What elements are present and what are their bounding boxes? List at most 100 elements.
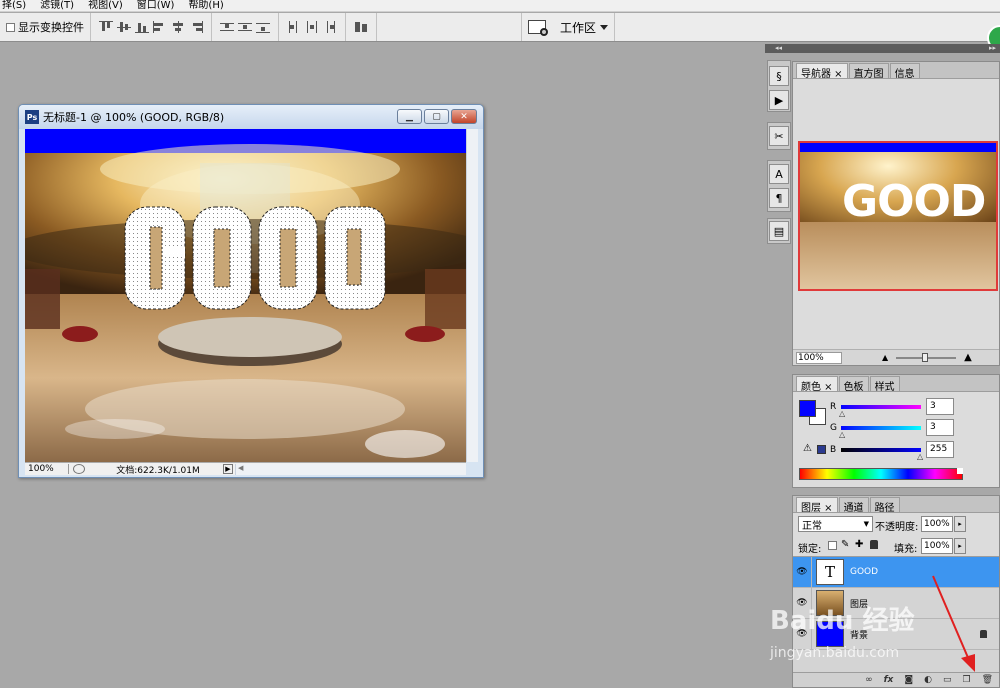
g-value-field[interactable]: 3 <box>926 419 954 436</box>
zoom-out-icon[interactable]: ▲ <box>882 353 888 362</box>
b-slider-thumb[interactable]: △ <box>917 452 923 461</box>
navigator-panel: 导航器 × 直方图 信息 GOOD 100% ▲ ▲ <box>792 61 1000 366</box>
distribute-left-icon[interactable] <box>287 21 301 33</box>
new-group-icon[interactable]: ▭ <box>943 675 952 685</box>
gamut-warning-icon[interactable]: ⚠ <box>803 443 812 454</box>
g-slider-thumb[interactable]: △ <box>839 430 845 439</box>
lock-move-icon[interactable]: ✚ <box>855 539 863 550</box>
character-icon[interactable]: A <box>769 164 789 184</box>
tab-color[interactable]: 颜色 × <box>796 376 838 393</box>
lock-transparent-icon[interactable] <box>828 541 837 550</box>
close-button[interactable]: ✕ <box>451 109 477 124</box>
r-slider-thumb[interactable]: △ <box>839 409 845 418</box>
workspace-button[interactable]: 工作区 <box>560 19 608 36</box>
b-slider[interactable] <box>841 448 921 452</box>
menu-filter[interactable]: 滤镜(T) <box>40 0 74 12</box>
distribute-hcenter-icon[interactable] <box>305 21 319 33</box>
link-layers-icon[interactable]: ∞ <box>865 675 873 685</box>
r-slider[interactable] <box>841 405 921 409</box>
lock-brush-icon[interactable]: ✎ <box>841 539 849 550</box>
delete-layer-icon[interactable]: 🗑 <box>982 675 993 685</box>
menu-window[interactable]: 窗口(W) <box>137 0 175 12</box>
tab-histogram[interactable]: 直方图 <box>848 63 889 80</box>
menu-view[interactable]: 视图(V) <box>88 0 123 12</box>
zoom-icon[interactable] <box>73 464 85 474</box>
lock-label: 锁定: <box>798 544 822 555</box>
align-top-icon[interactable] <box>99 21 113 33</box>
distribute-top-icon[interactable] <box>220 21 234 33</box>
layer-name[interactable]: GOOD <box>850 567 878 577</box>
color-tabs: 颜色 × 色板 样式 <box>793 375 999 393</box>
b-value-field[interactable]: 255 <box>926 441 954 458</box>
dock-collapse-bar[interactable]: ◂◂ <box>765 44 792 53</box>
lock-all-icon[interactable] <box>870 540 878 549</box>
image-canvas[interactable] <box>25 129 466 462</box>
annotation-arrow <box>932 575 975 672</box>
color-spectrum-bar[interactable] <box>799 468 963 480</box>
color-panel: 颜色 × 色板 样式 R △ 3 G △ 3 ⚠ B △ 255 <box>792 374 1000 488</box>
tab-paths[interactable]: 路径 <box>869 497 900 514</box>
distribute-vcenter-icon[interactable] <box>238 21 252 33</box>
zoom-in-icon[interactable]: ▲ <box>964 352 972 363</box>
auto-align-layers-icon[interactable] <box>354 21 368 33</box>
tab-styles[interactable]: 样式 <box>869 376 900 393</box>
align-vcenter-icon[interactable] <box>117 21 131 33</box>
websafe-color-swatch[interactable] <box>817 445 826 454</box>
vertical-scrollbar[interactable] <box>466 129 478 462</box>
document-window: Ps 无标题-1 @ 100% (GOOD, RGB/8) ▁ ▢ ✕ 100%… <box>18 104 484 478</box>
document-status-bar: 100% 文档:622.3K/1.01M ▶ ◀ <box>25 462 466 476</box>
tab-swatches[interactable]: 色板 <box>838 376 869 393</box>
menu-help[interactable]: 帮助(H) <box>188 0 223 12</box>
zoom-field[interactable]: 100% <box>25 464 69 474</box>
menu-select[interactable]: 择(S) <box>2 0 26 12</box>
tab-layers[interactable]: 图层 × <box>796 497 838 514</box>
foreground-color-swatch[interactable] <box>799 400 816 417</box>
navigator-preview[interactable]: GOOD <box>798 141 998 291</box>
adjustment-layer-icon[interactable]: ◐ <box>924 675 932 685</box>
tab-navigator[interactable]: 导航器 × <box>796 63 848 80</box>
horizontal-scrollbar[interactable]: ◀ <box>235 463 466 475</box>
opacity-field[interactable]: 100% <box>921 516 953 532</box>
align-bottom-icon[interactable] <box>135 21 149 33</box>
text-layer-thumbnail: T <box>816 559 844 585</box>
distribute-right-icon[interactable] <box>323 21 337 33</box>
status-menu-arrow-icon[interactable]: ▶ <box>223 464 233 474</box>
align-hcenter-icon[interactable] <box>171 21 185 33</box>
align-right-icon[interactable] <box>189 21 203 33</box>
baidu-watermark: Baidu 经验 <box>770 600 914 637</box>
fill-field[interactable]: 100% <box>921 538 953 554</box>
paragraph-icon[interactable]: ¶ <box>769 188 789 208</box>
blend-mode-select[interactable]: 正常 ▼ <box>798 516 873 532</box>
tab-color-label: 颜色 <box>801 382 821 393</box>
show-transform-checkbox[interactable]: 显示变换控件 <box>6 19 84 35</box>
r-value-field[interactable]: 3 <box>926 398 954 415</box>
new-layer-icon[interactable]: ❐ <box>962 675 970 685</box>
file-browser-icon[interactable] <box>527 20 548 36</box>
align-group <box>91 13 212 41</box>
tab-info[interactable]: 信息 <box>889 63 920 80</box>
distribute-horizontal-group <box>279 13 346 41</box>
brushes-icon[interactable]: § <box>769 66 789 86</box>
navigator-zoom-field[interactable]: 100% <box>796 351 842 364</box>
document-title: 无标题-1 @ 100% (GOOD, RGB/8) <box>43 111 225 124</box>
minimize-button[interactable]: ▁ <box>397 109 422 124</box>
checkbox-box[interactable] <box>6 22 15 32</box>
document-titlebar[interactable]: Ps 无标题-1 @ 100% (GOOD, RGB/8) ▁ ▢ ✕ <box>19 105 483 129</box>
align-left-icon[interactable] <box>153 21 167 33</box>
eye-icon[interactable]: 👁 <box>793 557 812 587</box>
fill-label: 填充: <box>894 544 918 555</box>
opacity-arrow-icon[interactable]: ▸ <box>954 516 966 532</box>
panels-top-bar[interactable]: ▸▸ <box>792 44 1000 53</box>
tab-channels[interactable]: 通道 <box>838 497 869 514</box>
tool-presets-icon[interactable]: ✂ <box>769 126 789 146</box>
layer-comps-icon[interactable]: ▤ <box>769 221 789 241</box>
layer-style-icon[interactable]: fx <box>884 675 894 685</box>
actions-icon[interactable]: ▶ <box>769 90 789 110</box>
g-slider[interactable] <box>841 426 921 430</box>
distribute-bottom-icon[interactable] <box>256 21 270 33</box>
fill-arrow-icon[interactable]: ▸ <box>954 538 966 554</box>
maximize-button[interactable]: ▢ <box>424 109 449 124</box>
navigator-zoom-slider[interactable] <box>896 352 957 362</box>
navigator-tabs: 导航器 × 直方图 信息 <box>793 62 999 80</box>
layer-mask-icon[interactable]: ◙ <box>904 675 913 685</box>
